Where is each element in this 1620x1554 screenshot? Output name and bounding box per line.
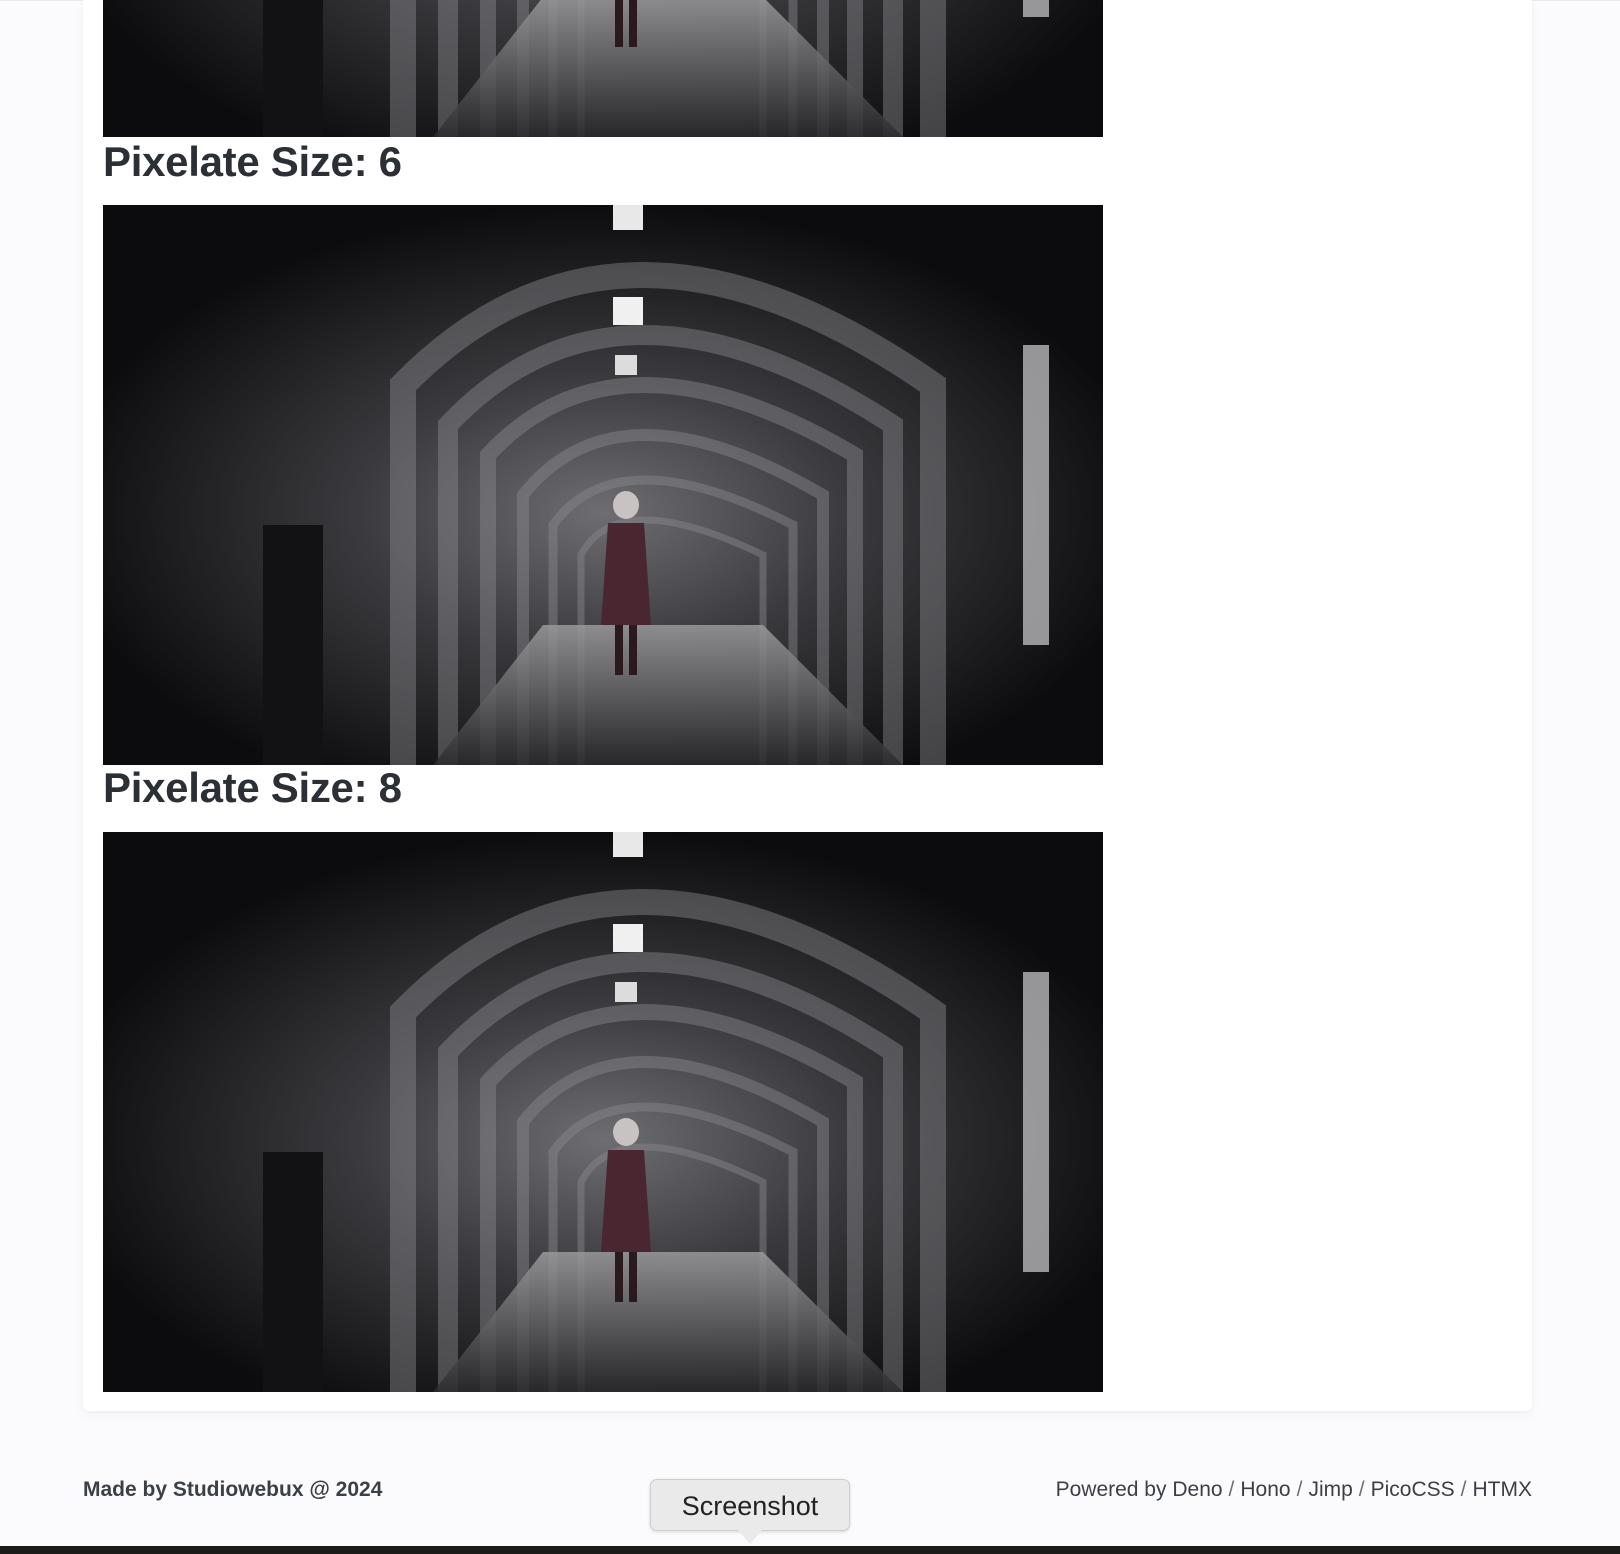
result-heading: Pixelate Size: 8	[103, 764, 402, 811]
page: Pixelate Size: 6 Pixelate Size: 8 Made b…	[0, 0, 1620, 1554]
result-image	[103, 832, 1103, 1392]
result-image-previous	[103, 0, 1103, 137]
link-hono[interactable]: Hono	[1240, 1478, 1290, 1501]
separator: /	[1296, 1478, 1303, 1501]
result-heading: Pixelate Size: 6	[103, 138, 402, 185]
tooltip-arrow	[738, 1530, 762, 1544]
screenshot-tooltip: Screenshot	[650, 1479, 850, 1531]
separator: /	[1358, 1478, 1365, 1501]
dock-bar	[0, 1546, 1620, 1554]
footer-credit: Made by Studiowebux @ 2024	[83, 1478, 383, 1501]
separator: /	[1460, 1478, 1467, 1501]
link-htmx[interactable]: HTMX	[1473, 1478, 1533, 1501]
separator: /	[1228, 1478, 1235, 1501]
link-deno[interactable]: Deno	[1172, 1478, 1222, 1501]
result-image	[103, 205, 1103, 765]
link-picocss[interactable]: PicoCSS	[1371, 1478, 1455, 1501]
link-jimp[interactable]: Jimp	[1308, 1478, 1352, 1501]
powered-by-label: Powered by	[1055, 1478, 1167, 1501]
footer-powered-by: Powered by Deno / Hono / Jimp / PicoCSS / HTMX	[1056, 1478, 1532, 1502]
